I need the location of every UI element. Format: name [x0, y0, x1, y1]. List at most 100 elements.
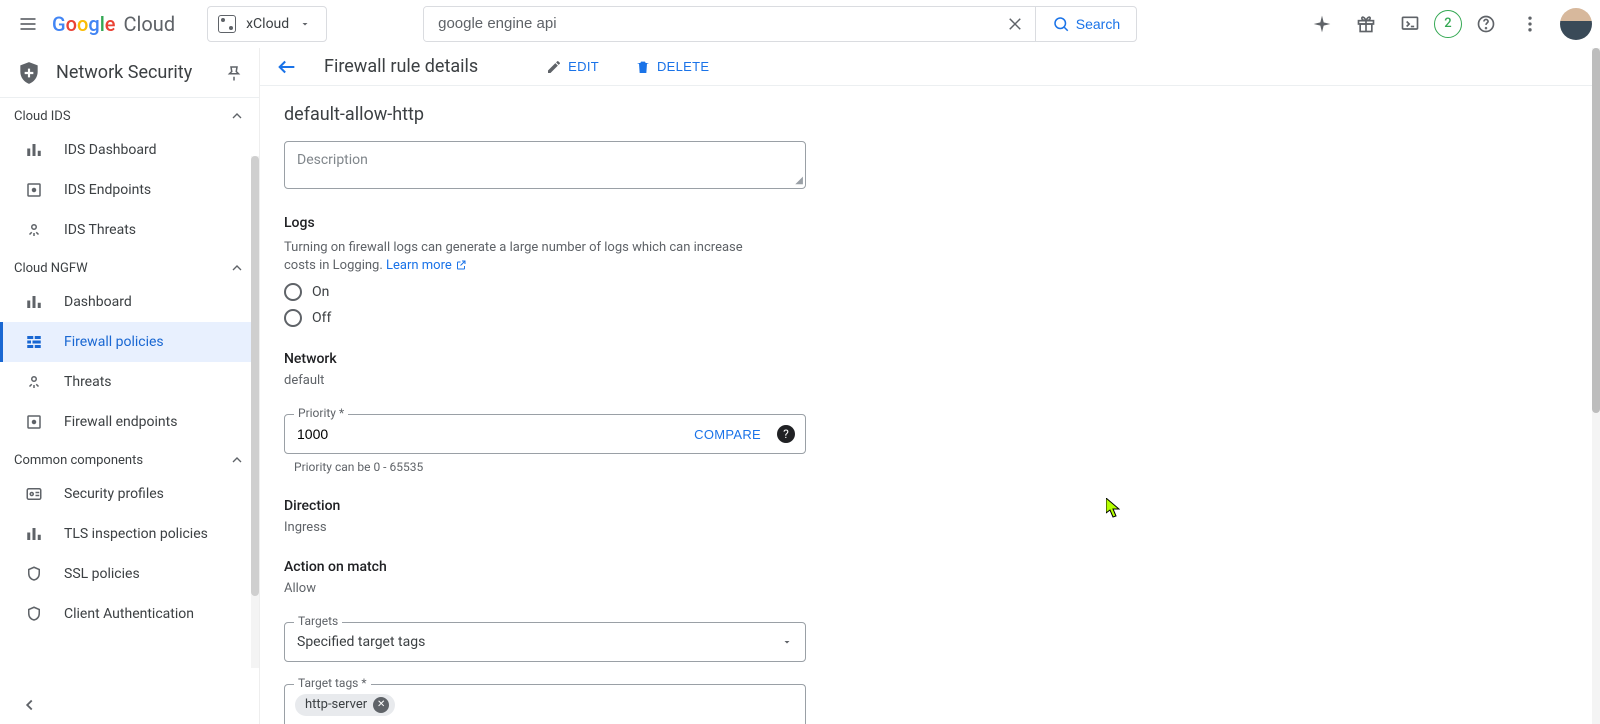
edit-button[interactable]: EDIT [538, 53, 607, 81]
more-button[interactable] [1510, 4, 1550, 44]
nav-menu-button[interactable] [8, 4, 48, 44]
sidebar-item-label: IDS Threats [64, 222, 136, 238]
sidebar-item-ssl-policies[interactable]: SSL policies [0, 554, 259, 594]
sidebar-scrollbar[interactable] [251, 156, 259, 668]
sidebar-item-tls-policies[interactable]: TLS inspection policies [0, 514, 259, 554]
logs-helper: Turning on firewall logs can generate a … [284, 239, 774, 275]
dashboard-icon [24, 292, 44, 312]
action-value: Allow [284, 581, 1056, 596]
scrollbar-thumb[interactable] [251, 156, 259, 596]
free-trial-badge[interactable]: 2 [1434, 10, 1462, 38]
top-utilities: 2 [1302, 4, 1592, 44]
firewall-icon [24, 332, 44, 352]
search-button[interactable]: Search [1035, 7, 1136, 41]
hamburger-icon [18, 14, 38, 34]
project-picker[interactable]: xCloud [207, 6, 327, 42]
resize-handle-icon[interactable]: ◢ [795, 175, 803, 186]
caret-down-icon [781, 636, 793, 648]
network-label: Network [284, 351, 1056, 367]
sidebar-item-ids-threats[interactable]: IDS Threats [0, 210, 259, 250]
sidebar-item-label: Firewall endpoints [64, 414, 177, 430]
section-cloud-ids[interactable]: Cloud IDS [0, 98, 259, 130]
chevron-up-icon [229, 260, 245, 276]
endpoint-icon [24, 180, 44, 200]
target-tags-input[interactable]: http-server ✕ [284, 684, 806, 724]
search-clear-button[interactable] [995, 7, 1035, 41]
direction-label: Direction [284, 498, 1056, 514]
sidebar: Network Security Cloud IDS IDS Dashboard… [0, 48, 260, 724]
chevron-up-icon [229, 452, 245, 468]
help-button[interactable] [1466, 4, 1506, 44]
kebab-icon [1520, 14, 1540, 34]
sidebar-item-client-auth[interactable]: Client Authentication [0, 594, 259, 634]
scrollbar-thumb[interactable] [1592, 48, 1600, 413]
target-tags-label: Target tags * [294, 676, 371, 690]
radio-icon [284, 309, 302, 327]
search-label: Search [1076, 16, 1120, 32]
sidebar-item-label: Threats [64, 374, 112, 390]
priority-help-button[interactable]: ? [777, 425, 795, 443]
target-tags-field: Target tags * http-server ✕ [284, 684, 806, 724]
content-scrollbar[interactable] [1592, 48, 1600, 724]
project-icon [218, 15, 236, 33]
page-title: Firewall rule details [324, 56, 478, 77]
shield-small-icon [24, 564, 44, 584]
priority-field: Priority * COMPARE ? [284, 414, 806, 454]
external-link-icon [455, 259, 467, 271]
sidebar-item-label: Firewall policies [64, 334, 164, 350]
gemini-button[interactable] [1302, 4, 1342, 44]
sidebar-item-ids-dashboard[interactable]: IDS Dashboard [0, 130, 259, 170]
dashboard-icon [24, 140, 44, 160]
sidebar-item-label: Dashboard [64, 294, 132, 310]
main-content: Firewall rule details EDIT DELETE defaul… [260, 48, 1600, 724]
learn-more-link[interactable]: Learn more [386, 258, 467, 273]
collapse-sidebar-button[interactable] [22, 696, 40, 714]
description-field[interactable]: Description ◢ [284, 141, 806, 189]
logs-on-radio[interactable]: On [284, 283, 1056, 301]
threat-icon [24, 372, 44, 392]
section-common-components[interactable]: Common components [0, 442, 259, 474]
account-avatar[interactable] [1560, 8, 1592, 40]
delete-button[interactable]: DELETE [627, 53, 717, 81]
targets-select[interactable]: Specified target tags [284, 622, 806, 662]
product-title: Network Security [56, 62, 211, 83]
pin-button[interactable] [225, 64, 243, 82]
cloud-shell-icon [1400, 14, 1420, 34]
endpoint-icon [24, 412, 44, 432]
project-name: xCloud [246, 16, 289, 32]
priority-input[interactable] [295, 425, 688, 443]
sidebar-item-ids-endpoints[interactable]: IDS Endpoints [0, 170, 259, 210]
sidebar-item-label: IDS Dashboard [64, 142, 157, 158]
tls-icon [24, 524, 44, 544]
section-cloud-ngfw[interactable]: Cloud NGFW [0, 250, 259, 282]
close-icon [1006, 15, 1024, 33]
search-input[interactable] [424, 7, 995, 41]
gift-icon [1356, 14, 1376, 34]
caret-down-icon [299, 18, 311, 30]
pencil-icon [546, 59, 562, 75]
sidebar-item-firewall-endpoints[interactable]: Firewall endpoints [0, 402, 259, 442]
sidebar-item-dashboard[interactable]: Dashboard [0, 282, 259, 322]
cloud-shell-button[interactable] [1390, 4, 1430, 44]
logo-cloud-text: Cloud [124, 12, 176, 36]
logs-heading: Logs [284, 215, 1056, 231]
gift-button[interactable] [1346, 4, 1386, 44]
sidebar-item-firewall-policies[interactable]: Firewall policies [0, 322, 259, 362]
google-cloud-logo[interactable]: Google Cloud [52, 12, 175, 36]
back-button[interactable] [276, 56, 298, 78]
sidebar-item-label: SSL policies [64, 566, 140, 582]
profile-icon [24, 484, 44, 504]
sidebar-header: Network Security [0, 48, 259, 98]
compare-button[interactable]: COMPARE [688, 426, 767, 443]
search-bar: Search [423, 6, 1137, 42]
logs-off-radio[interactable]: Off [284, 309, 1056, 327]
sidebar-item-label: Security profiles [64, 486, 164, 502]
chip-remove-button[interactable]: ✕ [373, 697, 389, 713]
radio-icon [284, 283, 302, 301]
sidebar-item-security-profiles[interactable]: Security profiles [0, 474, 259, 514]
rule-name: default-allow-http [284, 104, 1056, 125]
sidebar-item-threats[interactable]: Threats [0, 362, 259, 402]
top-bar: Google Cloud xCloud Search 2 [0, 0, 1600, 48]
action-label: Action on match [284, 559, 1056, 575]
targets-field: Targets Specified target tags [284, 622, 806, 662]
